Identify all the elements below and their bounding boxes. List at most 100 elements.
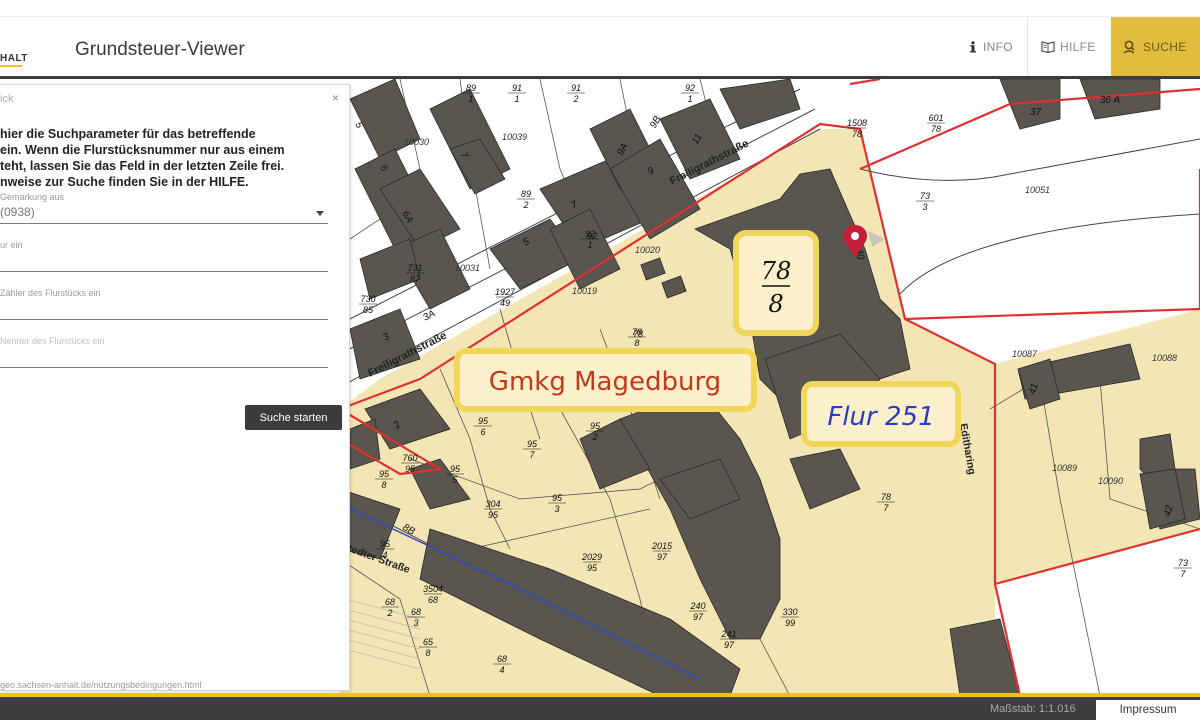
fraction-numerator: 1927	[495, 287, 516, 297]
fraction-denominator: 6	[480, 427, 485, 437]
fraction-numerator: 3504	[423, 584, 443, 594]
zaehler-label: Zähler des Flurstücks ein	[0, 288, 101, 298]
search-panel-title: ick	[0, 93, 14, 105]
gemarkung-field: Gemarkung aus (0938)	[0, 192, 328, 224]
search-panel: ick × hier die Suchparameter für das bet…	[0, 84, 350, 691]
fraction-denominator: 2	[591, 432, 597, 442]
start-search-button[interactable]: Suche starten	[245, 405, 342, 430]
flur-field: ur ein	[0, 240, 328, 272]
fraction-denominator: 1	[587, 240, 592, 250]
house-number: 36 A	[1100, 95, 1121, 106]
parcel-id: 10019	[572, 286, 597, 296]
fraction-denominator: 99	[785, 618, 795, 628]
nenner-label: Nenner des Flurstücks ein	[0, 336, 105, 346]
fraction-numerator: 2029	[581, 552, 602, 562]
user-search-icon	[1123, 40, 1138, 54]
fraction-numerator: 731	[407, 263, 422, 273]
gemarkung-select[interactable]: (0938)	[0, 205, 328, 224]
callout-flurstueck: 78 8	[733, 230, 819, 336]
parcel-id: 10087	[1012, 349, 1038, 359]
parcel-id: 10031	[455, 263, 480, 273]
help-button[interactable]: HILFE	[1029, 17, 1111, 76]
fraction-denominator: 2	[522, 200, 528, 210]
fraction-denominator: 97	[724, 640, 735, 650]
fraction-numerator: 91	[512, 83, 522, 93]
help-label: HILFE	[1060, 39, 1096, 54]
fraction-numerator: 760	[402, 453, 417, 463]
fraction-denominator: 1	[687, 94, 692, 104]
fraction-denominator: 68	[428, 595, 438, 605]
parcel-fraction: 92	[587, 231, 597, 241]
zaehler-input[interactable]	[0, 301, 328, 320]
impressum-button[interactable]: Impressum	[1096, 700, 1200, 720]
fraction-numerator: 95	[590, 421, 601, 431]
fraction-denominator: 95	[405, 464, 416, 474]
flur-input[interactable]	[0, 253, 328, 272]
fraction-denominator: 8	[425, 648, 430, 658]
close-icon[interactable]: ×	[332, 91, 339, 105]
fraction-numerator: 95	[380, 539, 391, 549]
fraction-denominator: 3	[922, 202, 927, 212]
fraction-denominator: 97	[657, 552, 668, 562]
callout-gemarkung: Gmkg Magedburg	[454, 348, 757, 412]
search-nav-label: SUCHE	[1143, 39, 1187, 54]
nenner-input[interactable]	[0, 349, 328, 368]
callout-flurstueck-numerator: 78	[761, 257, 792, 285]
instruction-line: teht, lassen Sie das Feld in der letzten…	[0, 159, 285, 173]
fraction-numerator: 68	[385, 597, 395, 607]
top-strip	[0, 0, 1200, 17]
fraction-numerator: 730	[360, 294, 375, 304]
fraction-denominator: 8	[634, 338, 639, 348]
fraction-denominator: 8	[381, 480, 386, 490]
help-book-icon	[1041, 40, 1055, 53]
fraction-denominator: 78	[931, 124, 941, 134]
parcel-id: 10090	[1098, 476, 1123, 486]
fraction-numerator: 601	[928, 113, 943, 123]
fraction-denominator: 95	[488, 510, 499, 520]
terms-link[interactable]: geo.sachsen-anhalt.de/nutzungsbedingunge…	[0, 680, 202, 690]
parcel-id: 10020	[635, 245, 660, 255]
fraction-denominator: 85	[363, 305, 374, 315]
zaehler-field: Zähler des Flurstücks ein	[0, 288, 328, 320]
logo: HALT	[0, 53, 28, 67]
fraction-numerator: 91	[571, 83, 581, 93]
fraction-numerator: 304	[485, 499, 500, 509]
chevron-down-icon	[316, 211, 324, 216]
fraction-denominator: 97	[693, 612, 704, 622]
fraction-numerator: 240	[689, 601, 705, 611]
app-title: Grundsteuer-Viewer	[75, 39, 245, 60]
map-scale: Maßstab: 1:1.016	[990, 703, 1076, 715]
fraction-numerator: 73	[1178, 558, 1188, 568]
callout-gemarkung-text: Gmkg Magedburg	[489, 367, 721, 397]
info-button[interactable]: INFO	[962, 17, 1028, 76]
parcel-id: 10030	[404, 137, 429, 147]
fraction-denominator: 95	[587, 563, 598, 573]
fraction-denominator: 1	[468, 94, 473, 104]
fraction-numerator: 92	[685, 83, 695, 93]
search-nav-button[interactable]: SUCHE	[1111, 17, 1200, 76]
fraction-numerator: 241	[720, 629, 736, 639]
callout-flurstueck-denominator: 8	[768, 290, 783, 318]
fraction-numerator: 95	[552, 493, 563, 503]
fraction-denominator: 49	[500, 298, 510, 308]
parcel-id: 10089	[1052, 463, 1077, 473]
fraction-denominator: 87	[410, 274, 421, 284]
fraction-denominator: 78	[852, 129, 862, 139]
fraction-numerator: 68	[497, 654, 507, 664]
instruction-line: ein. Wenn die Flurstücksnummer nur aus e…	[0, 143, 285, 157]
fraction-numerator: 65	[423, 637, 434, 647]
fraction-denominator: 3	[413, 618, 418, 628]
gemarkung-value: (0938)	[0, 205, 35, 219]
nenner-field: Nenner des Flurstücks ein	[0, 336, 328, 368]
fraction-denominator: 2	[572, 94, 578, 104]
fraction-numerator: 89	[521, 189, 531, 199]
fraction-denominator: 2	[386, 608, 392, 618]
house-number: 37	[1030, 107, 1042, 118]
parcel-fraction: 78	[633, 329, 643, 339]
gemarkung-label: Gemarkung aus	[0, 192, 65, 202]
fraction-numerator: 73	[920, 191, 930, 201]
fraction-numerator: 95	[379, 469, 390, 479]
fraction-numerator: 68	[411, 607, 421, 617]
fraction-numerator: 78	[633, 329, 643, 339]
fraction-numerator: 2015	[651, 541, 673, 551]
